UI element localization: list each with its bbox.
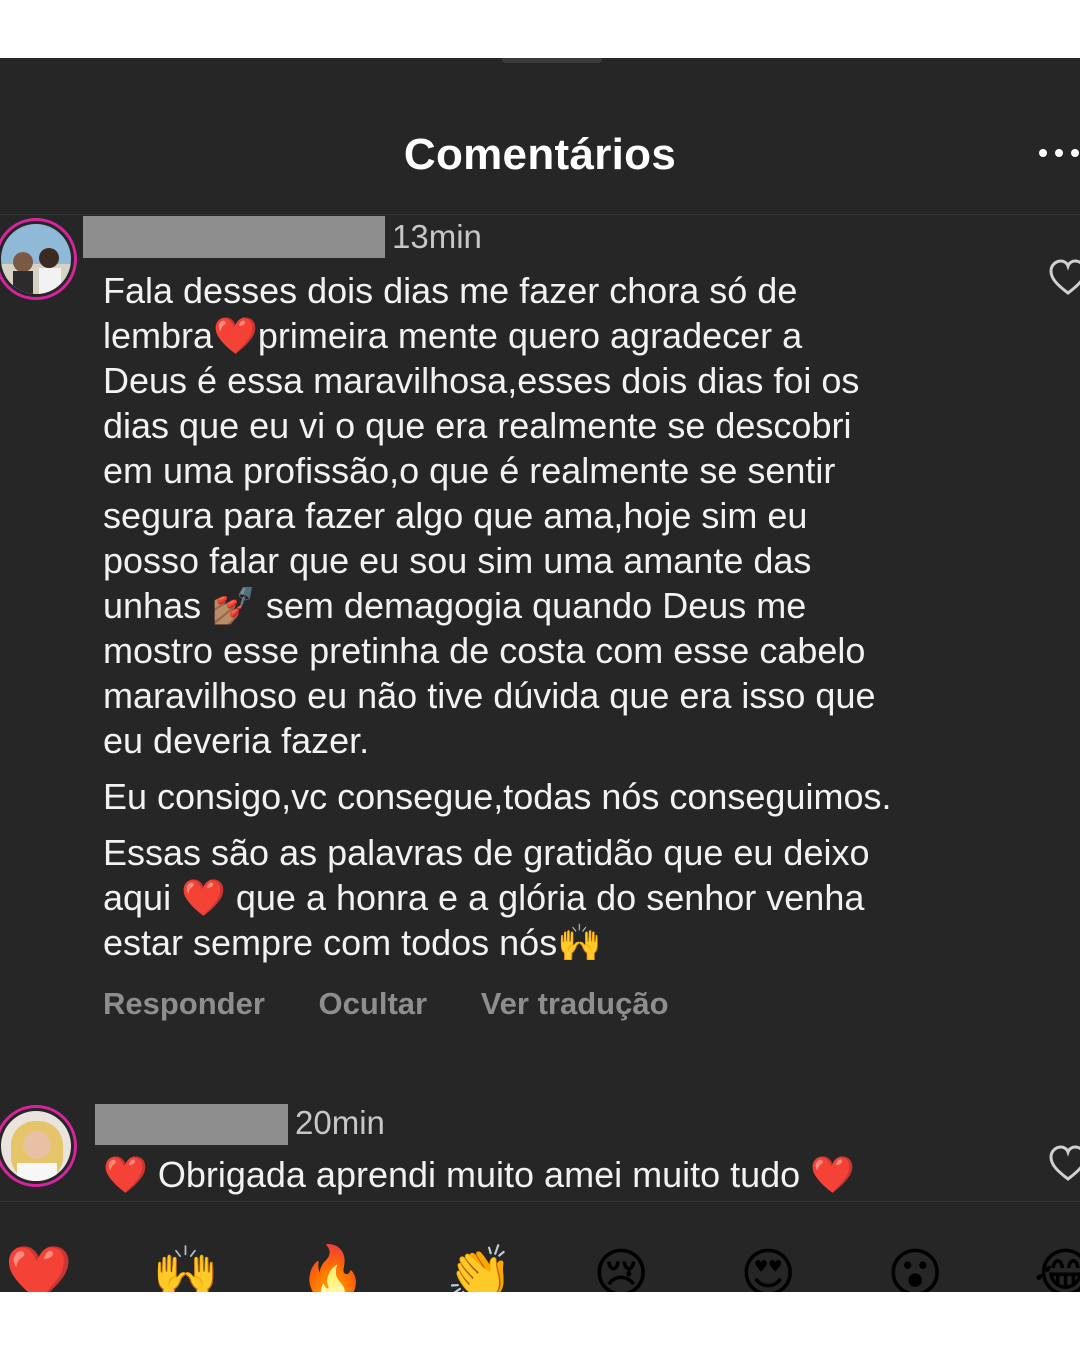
reaction-clapping-hands-button[interactable]: 👏 [446, 1244, 513, 1292]
comment-line: eu deveria fazer. [103, 720, 370, 761]
comment-timestamp: 20min [295, 1104, 385, 1141]
comment-1-avatar[interactable] [0, 218, 77, 300]
comment-paragraph: Eu consigo,vc consegue,todas nós consegu… [103, 774, 1033, 819]
sheet-title: Comentários [403, 130, 677, 179]
comment-actions: Responder Ocultar Ver tradução [103, 986, 714, 1022]
comment-paragraph: Fala desses dois dias me fazer chora só … [103, 268, 1033, 763]
quick-reactions-bar: ❤️ 🙌 🔥 👏 😢 😍 😮 😂 [0, 1244, 1080, 1292]
comment-line: aqui ❤️ que a honra e a glória do senhor… [103, 877, 865, 918]
reactions-divider [0, 1201, 1080, 1202]
comment-line: Essas são as palavras de gratidão que eu… [103, 832, 870, 873]
avatar-photo [1, 1111, 71, 1181]
see-translation-button[interactable]: Ver tradução [481, 986, 669, 1022]
avatar-photo [1, 224, 71, 294]
comment-2-avatar[interactable] [0, 1105, 77, 1187]
comment-timestamp: 13min [392, 218, 482, 255]
comment-paragraph: Essas são as palavras de gratidão que eu… [103, 830, 1033, 965]
comment-line: maravilhoso eu não tive dúvida que era i… [103, 675, 876, 716]
reply-button[interactable]: Responder [103, 986, 265, 1022]
reaction-surprised-face-button[interactable]: 😮 [887, 1244, 943, 1292]
reaction-tears-of-joy-button[interactable]: 😂 [1034, 1244, 1080, 1292]
comment-line: mostro esse pretinha de costa com esse c… [103, 630, 866, 671]
comment-line: Deus é essa maravilhosa,esses dois dias … [103, 360, 860, 401]
comment-line: em uma profissão,o que é realmente se se… [103, 450, 836, 491]
reaction-crying-face-button[interactable]: 😢 [593, 1244, 649, 1292]
reaction-heart-button[interactable]: ❤️ [5, 1244, 72, 1292]
reaction-raised-hands-button[interactable]: 🙌 [152, 1244, 219, 1292]
comment-line: dias que eu vi o que era realmente se de… [103, 405, 852, 446]
comment-line: segura para fazer algo que ama,hoje sim … [103, 495, 808, 536]
comment-line: Eu consigo,vc consegue,todas nós consegu… [103, 776, 892, 817]
comment-line: unhas 💅🏽 sem demagogia quando Deus me [103, 585, 807, 626]
heart-outline-icon[interactable] [1048, 258, 1080, 298]
comment-line: posso falar que eu sou sim uma amante da… [103, 540, 812, 581]
comment-text: Fala desses dois dias me fazer chora só … [103, 268, 1033, 965]
header-divider [0, 214, 1080, 215]
comment-line: lembra❤️primeira mente quero agradecer a [103, 315, 803, 356]
comment-line: Fala desses dois dias me fazer chora só … [103, 270, 798, 311]
comment-text: ❤️ Obrigada aprendi muito amei muito tud… [103, 1154, 856, 1195]
more-options-icon[interactable] [1038, 148, 1080, 158]
comments-sheet: Comentários 13min Fala desses dois dias … [0, 58, 1080, 1292]
username-redacted [95, 1104, 288, 1145]
reaction-fire-button[interactable]: 🔥 [299, 1244, 366, 1292]
reaction-heart-eyes-button[interactable]: 😍 [740, 1244, 796, 1292]
heart-outline-icon[interactable] [1048, 1144, 1080, 1184]
comment-line: estar sempre com todos nós🙌 [103, 922, 603, 963]
username-redacted [83, 216, 385, 258]
hide-button[interactable]: Ocultar [319, 986, 428, 1022]
sheet-grabber[interactable] [502, 58, 602, 63]
